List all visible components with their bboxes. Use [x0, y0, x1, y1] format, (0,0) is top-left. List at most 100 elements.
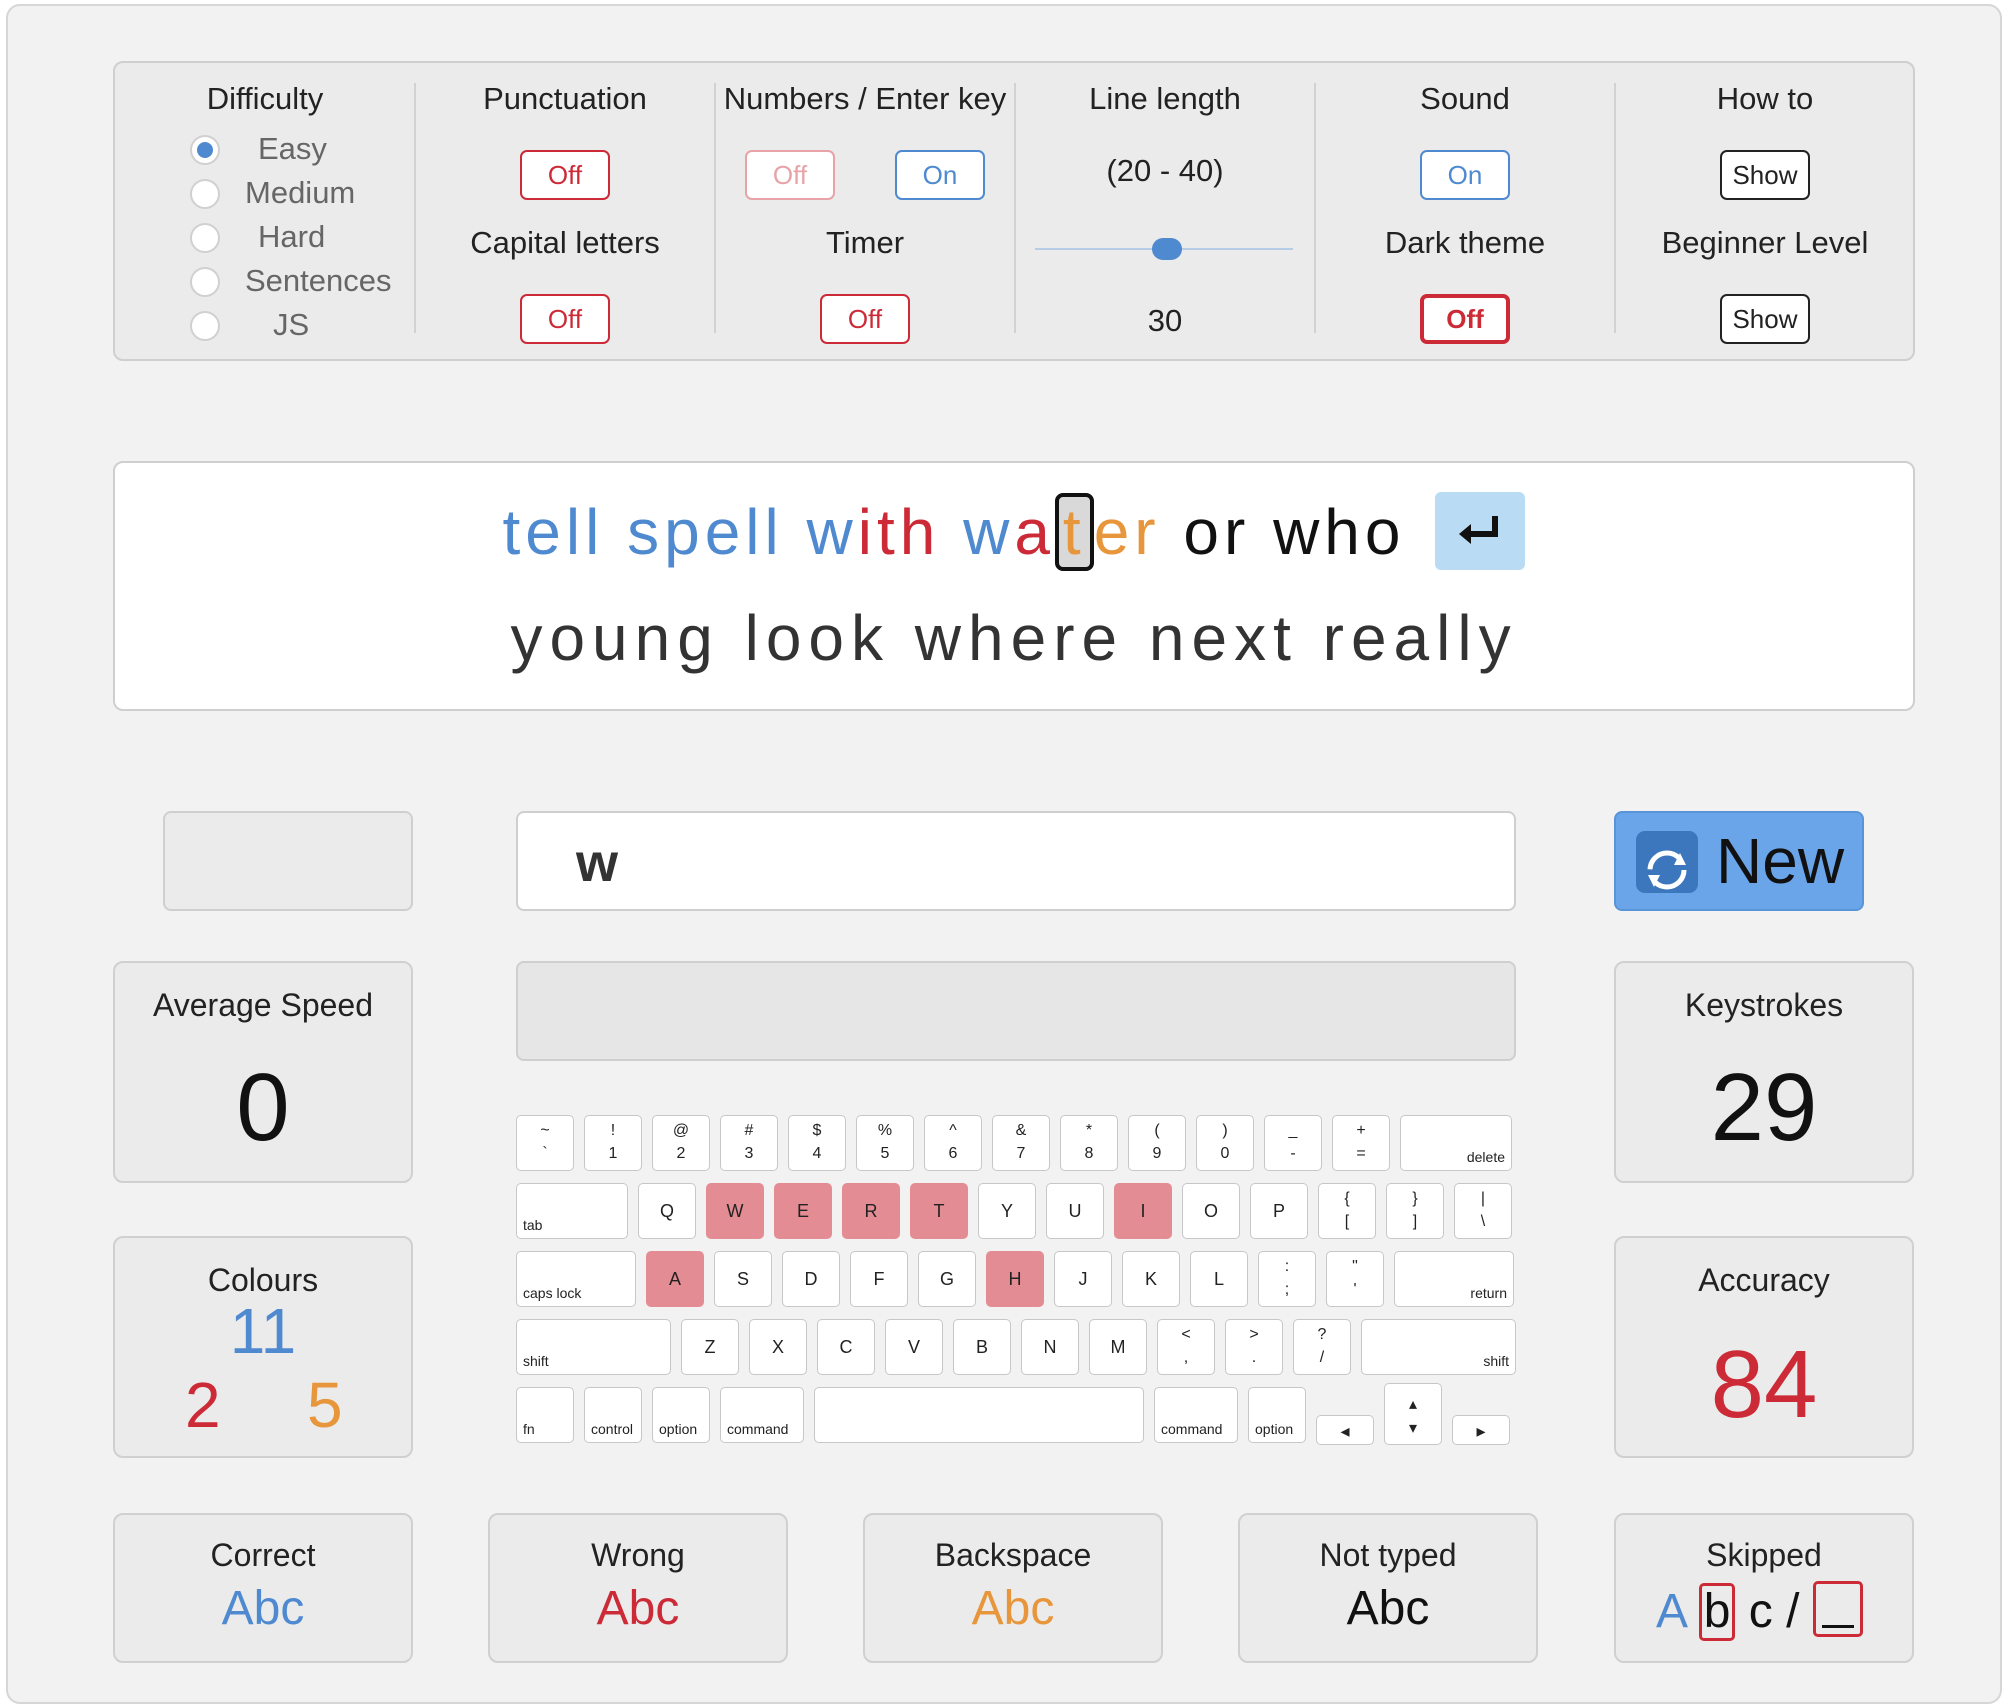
- key-a-highlighted[interactable]: A: [646, 1251, 704, 1307]
- key-char: T: [933, 1201, 945, 1221]
- key-return[interactable]: return: [1394, 1251, 1514, 1307]
- key-2[interactable]: @2: [652, 1115, 710, 1171]
- key-q[interactable]: Q: [638, 1183, 696, 1239]
- key-o[interactable]: O: [1182, 1183, 1240, 1239]
- key-n[interactable]: N: [1021, 1319, 1079, 1375]
- key-][interactable]: }]: [1386, 1183, 1444, 1239]
- key-char: 3: [744, 1145, 754, 1162]
- key-shift-char: !: [610, 1122, 616, 1139]
- how-to-show-button[interactable]: Show: [1720, 150, 1810, 200]
- key-e-highlighted[interactable]: E: [774, 1183, 832, 1239]
- key-char: =: [1356, 1145, 1366, 1162]
- key-space[interactable]: [814, 1387, 1144, 1443]
- key-command[interactable]: command: [720, 1387, 804, 1443]
- key--[interactable]: _ -: [1264, 1115, 1322, 1171]
- typing-input[interactable]: w: [516, 811, 1516, 911]
- key-u[interactable]: U: [1046, 1183, 1104, 1239]
- dark-theme-toggle[interactable]: Off: [1420, 294, 1510, 344]
- beginner-level-show-button[interactable]: Show: [1720, 294, 1810, 344]
- key-◂[interactable]: ◂: [1316, 1415, 1374, 1445]
- key-char: .: [1251, 1349, 1257, 1366]
- key-3[interactable]: #3: [720, 1115, 778, 1171]
- key-t-highlighted[interactable]: T: [910, 1183, 968, 1239]
- key-v[interactable]: V: [885, 1319, 943, 1375]
- key-fn[interactable]: fn: [516, 1387, 574, 1443]
- timer-toggle[interactable]: Off: [820, 294, 910, 344]
- key-;[interactable]: :;: [1258, 1251, 1316, 1307]
- key-[[interactable]: {[: [1318, 1183, 1376, 1239]
- key-char: 1: [608, 1145, 618, 1162]
- key-▸[interactable]: ▸: [1452, 1415, 1510, 1445]
- key-'[interactable]: " ': [1326, 1251, 1384, 1307]
- key-shift-char: |: [1480, 1190, 1486, 1207]
- key-shift[interactable]: shift: [1361, 1319, 1516, 1375]
- next-line: young look where next really: [510, 602, 1518, 674]
- legend-not-typed: Not typed Abc: [1238, 1513, 1538, 1663]
- key-f[interactable]: F: [850, 1251, 908, 1307]
- key-char: ◂: [1340, 1421, 1350, 1441]
- key-k[interactable]: K: [1122, 1251, 1180, 1307]
- key-backslash[interactable]: | \: [1454, 1183, 1512, 1239]
- key-4[interactable]: $4: [788, 1115, 846, 1171]
- key-s[interactable]: S: [714, 1251, 772, 1307]
- key-5[interactable]: % 5: [856, 1115, 914, 1171]
- key-6[interactable]: ^ 6: [924, 1115, 982, 1171]
- key-l[interactable]: L: [1190, 1251, 1248, 1307]
- capital-letters-toggle[interactable]: Off: [520, 294, 610, 344]
- key-delete[interactable]: delete: [1400, 1115, 1512, 1171]
- key-m[interactable]: M: [1089, 1319, 1147, 1375]
- new-button[interactable]: New: [1614, 811, 1864, 911]
- line-length-slider-handle[interactable]: [1152, 238, 1182, 260]
- key-w-highlighted[interactable]: W: [706, 1183, 764, 1239]
- key-control[interactable]: control: [584, 1387, 642, 1443]
- key-d[interactable]: D: [782, 1251, 840, 1307]
- key-option[interactable]: option: [1248, 1387, 1306, 1443]
- key-g[interactable]: G: [918, 1251, 976, 1307]
- legend-backspace-sample: Abc: [971, 1582, 1055, 1635]
- key-c[interactable]: C: [817, 1319, 875, 1375]
- key-1[interactable]: ! 1: [584, 1115, 642, 1171]
- enter-key-toggle[interactable]: On: [895, 150, 985, 200]
- key-shift-char: :: [1284, 1258, 1290, 1275]
- new-button-label: New: [1716, 825, 1845, 897]
- key-h-highlighted[interactable]: H: [986, 1251, 1044, 1307]
- key-shift[interactable]: shift: [516, 1319, 671, 1375]
- radio-easy-selected[interactable]: [190, 135, 220, 165]
- key-label: shift: [1483, 1353, 1509, 1369]
- key-x[interactable]: X: [749, 1319, 807, 1375]
- skipped-sample-c: c: [1748, 1585, 1773, 1638]
- punctuation-toggle[interactable]: Off: [520, 150, 610, 200]
- key-p[interactable]: P: [1250, 1183, 1308, 1239]
- key-tab[interactable]: tab: [516, 1183, 628, 1239]
- radio-sentences[interactable]: [190, 267, 220, 297]
- key-.[interactable]: >.: [1225, 1319, 1283, 1375]
- text-segment-blue: w: [940, 496, 1015, 568]
- key-8[interactable]: * 8: [1060, 1115, 1118, 1171]
- key-7[interactable]: & 7: [992, 1115, 1050, 1171]
- key-9[interactable]: (9: [1128, 1115, 1186, 1171]
- key-0[interactable]: ) 0: [1196, 1115, 1254, 1171]
- colours-backspace-count: 5: [307, 1369, 343, 1441]
- key-z[interactable]: Z: [681, 1319, 739, 1375]
- sound-toggle[interactable]: On: [1420, 150, 1510, 200]
- key-/[interactable]: ? /: [1293, 1319, 1351, 1375]
- radio-hard[interactable]: [190, 223, 220, 253]
- key-=[interactable]: + =: [1332, 1115, 1390, 1171]
- key-i-highlighted[interactable]: I: [1114, 1183, 1172, 1239]
- key-command[interactable]: command: [1154, 1387, 1238, 1443]
- numbers-toggle[interactable]: Off: [745, 150, 835, 200]
- key-,[interactable]: <,: [1157, 1319, 1215, 1375]
- key-j[interactable]: J: [1054, 1251, 1112, 1307]
- key-y[interactable]: Y: [978, 1183, 1036, 1239]
- radio-js[interactable]: [190, 311, 220, 341]
- key-`[interactable]: ~ `: [516, 1115, 574, 1171]
- key-caps-lock[interactable]: caps lock: [516, 1251, 636, 1307]
- radio-medium[interactable]: [190, 179, 220, 209]
- key-option[interactable]: option: [652, 1387, 710, 1443]
- key-char: Q: [659, 1201, 674, 1221]
- key-shift-char: %: [877, 1122, 893, 1139]
- key-b[interactable]: B: [953, 1319, 1011, 1375]
- key-▾[interactable]: ▴ ▾: [1384, 1383, 1442, 1445]
- key-r-highlighted[interactable]: R: [842, 1183, 900, 1239]
- skipped-sample-slash: /: [1786, 1585, 1800, 1638]
